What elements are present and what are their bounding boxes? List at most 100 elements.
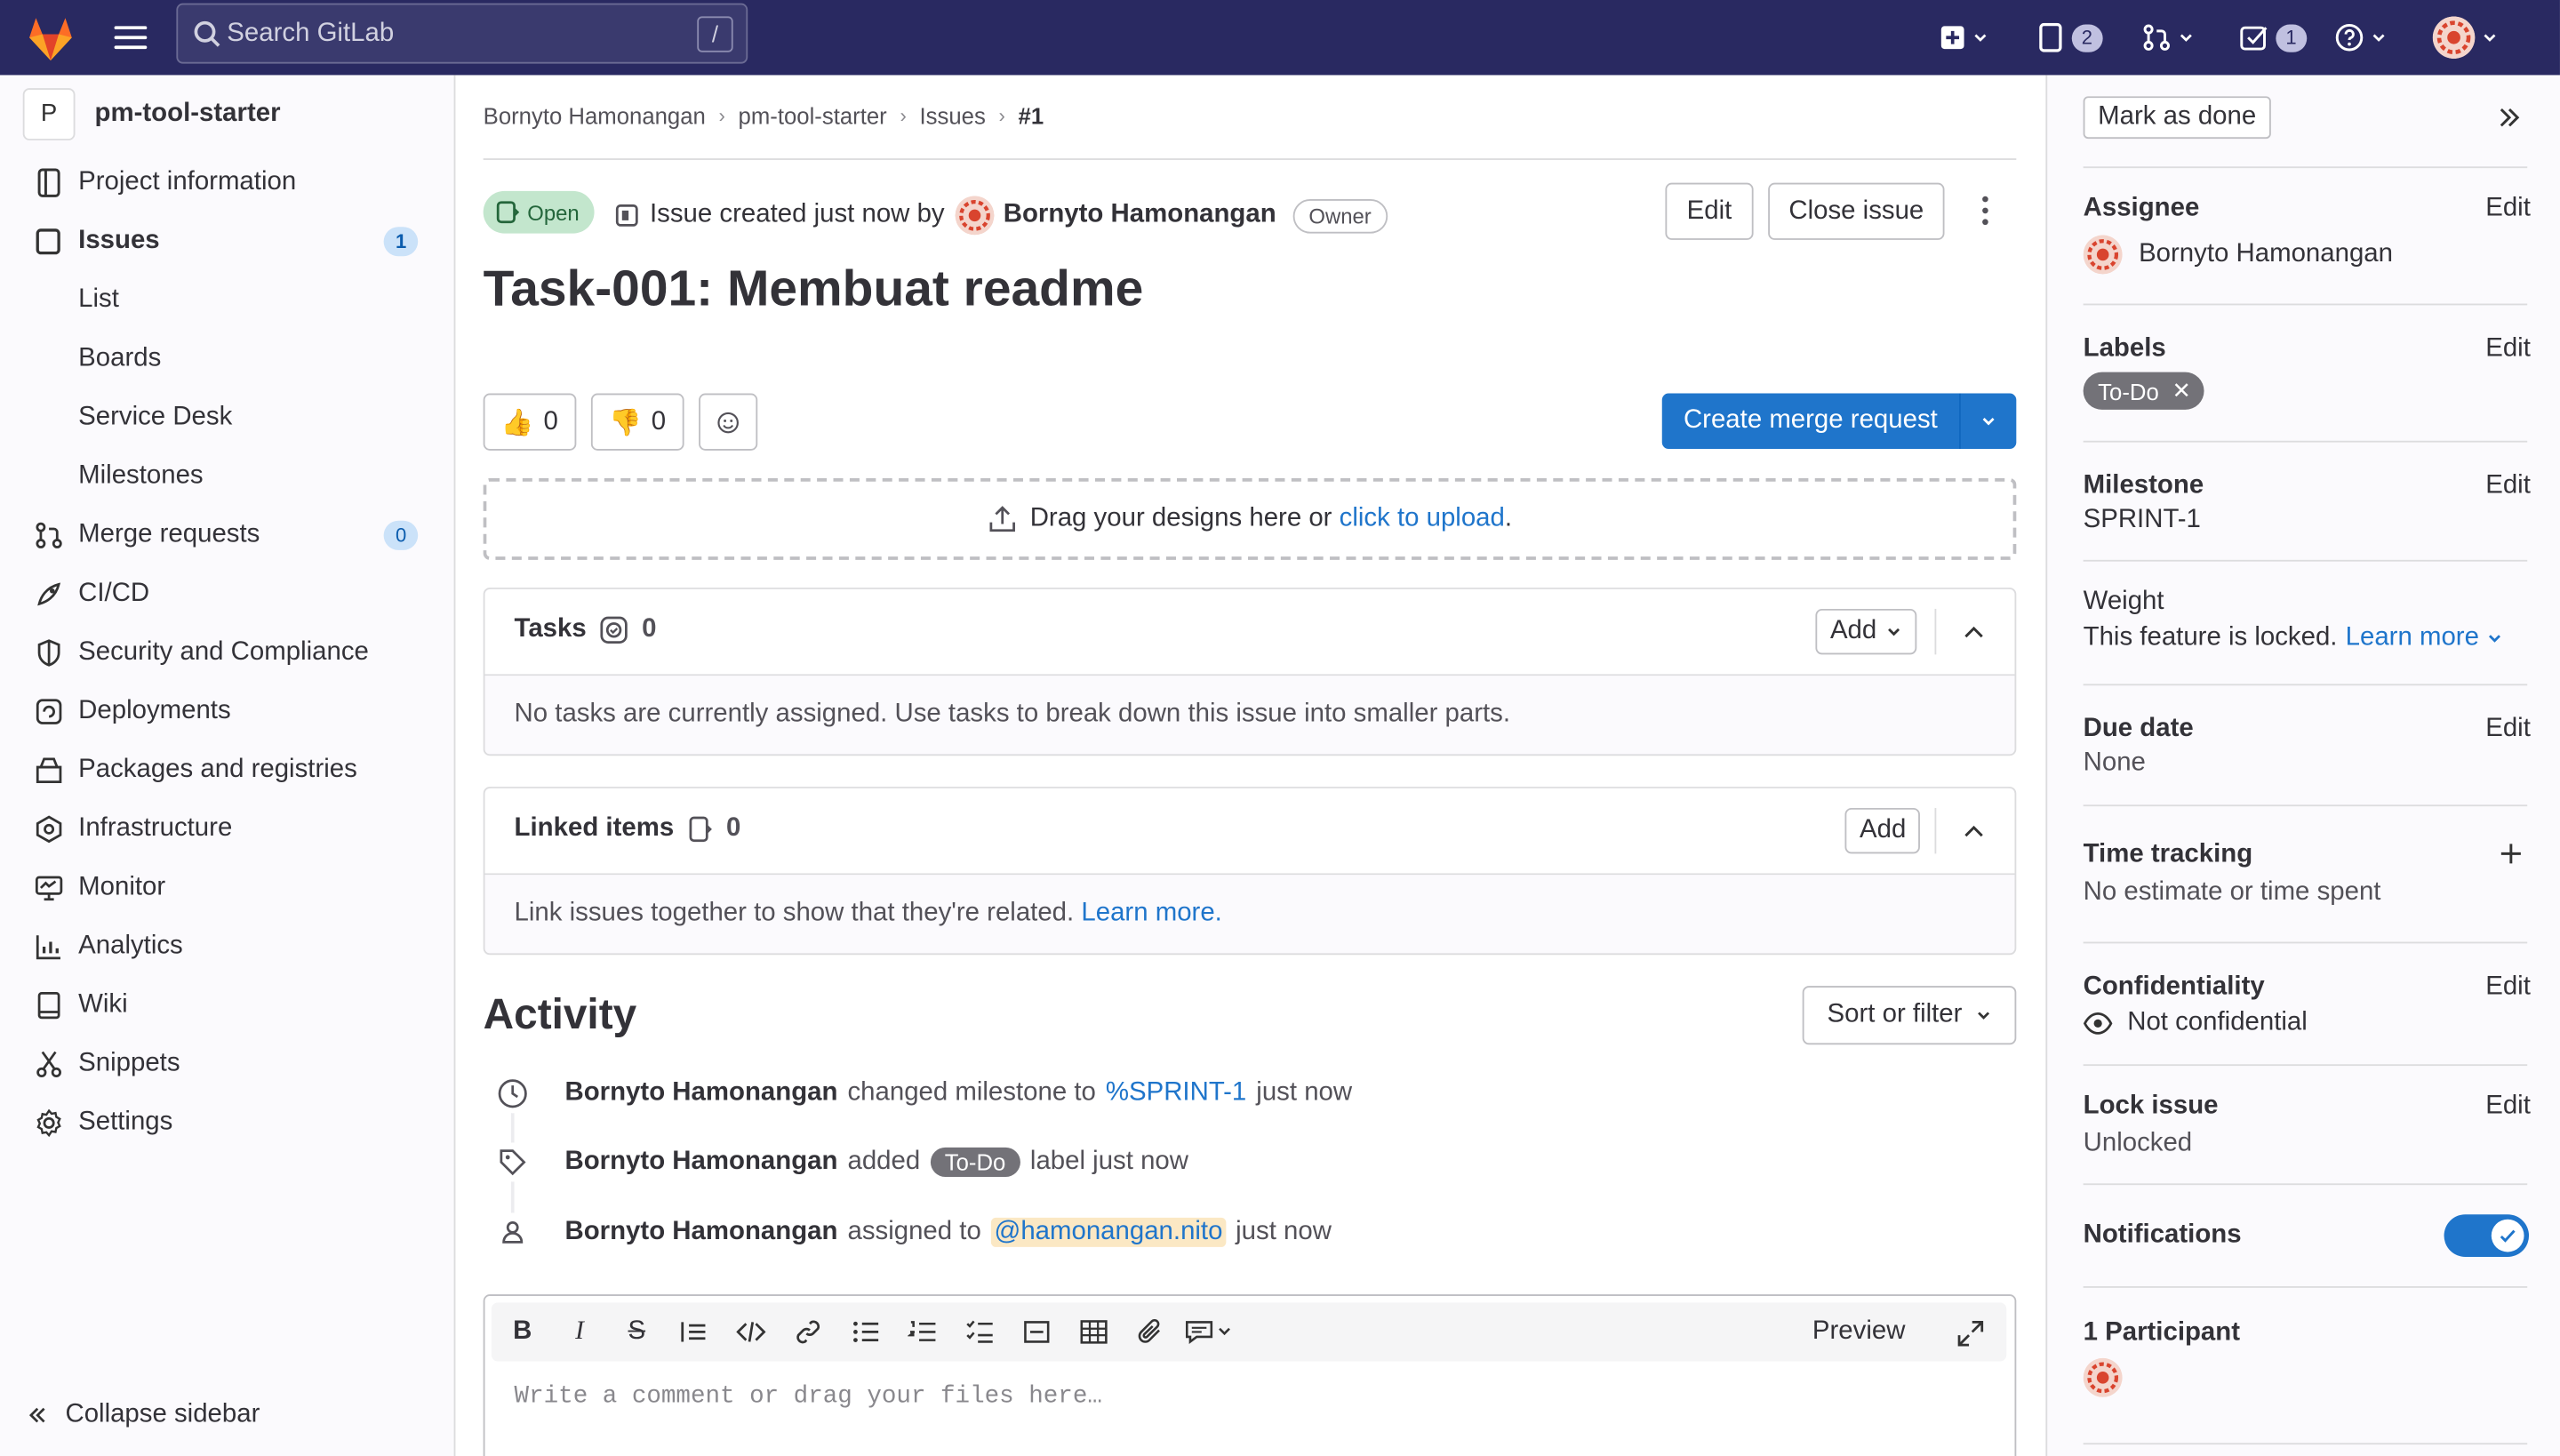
activity-user[interactable]: Bornyto Hamonangan <box>564 1079 837 1108</box>
create-merge-request-button[interactable]: Create merge request <box>1661 393 2017 449</box>
author-name[interactable]: Bornyto Hamonangan <box>1004 201 1276 230</box>
sidebar-item-analytics[interactable]: Analytics <box>0 917 454 976</box>
bullet-list-icon[interactable] <box>851 1317 880 1347</box>
strikethrough-icon[interactable]: S <box>622 1317 652 1347</box>
attachment-icon[interactable] <box>1136 1317 1165 1347</box>
edit-assignee-button[interactable]: Edit <box>2485 195 2531 224</box>
sidebar-item-milestones[interactable]: Milestones <box>0 447 454 506</box>
collapse-sidebar-button[interactable]: Collapse sidebar <box>26 1401 260 1430</box>
assignee-name[interactable]: Bornyto Hamonangan <box>2139 240 2393 269</box>
milestone-value[interactable]: SPRINT-1 <box>2084 506 2528 535</box>
comment-templates-icon[interactable] <box>1184 1317 1236 1347</box>
project-header[interactable]: P pm-tool-starter <box>22 88 281 140</box>
sidebar-item-packages[interactable]: Packages and registries <box>0 741 454 800</box>
issues-button[interactable]: 2 <box>2039 16 2103 59</box>
create-new-button[interactable] <box>1940 16 1988 59</box>
remove-label-icon[interactable]: ✕ <box>2172 377 2191 404</box>
notifications-toggle[interactable] <box>2444 1214 2530 1257</box>
edit-confidentiality-button[interactable]: Edit <box>2485 972 2531 1002</box>
thumbs-up-button[interactable]: 👍 0 <box>483 393 577 451</box>
sidebar-item-boards[interactable]: Boards <box>0 330 454 388</box>
weight-learn-more-link[interactable]: Learn more <box>2346 623 2479 652</box>
search-input[interactable]: Search GitLab / <box>176 3 748 64</box>
sidebar-item-wiki[interactable]: Wiki <box>0 976 454 1035</box>
edit-milestone-button[interactable]: Edit <box>2485 472 2531 501</box>
learn-more-link[interactable]: Learn more. <box>1081 900 1221 929</box>
user-menu-button[interactable] <box>2432 16 2498 60</box>
milestone-link[interactable]: %SPRINT-1 <box>1106 1079 1246 1108</box>
plus-icon[interactable] <box>2498 841 2524 867</box>
sidebar-item-service-desk[interactable]: Service Desk <box>0 388 454 447</box>
add-linked-item-button[interactable]: Add <box>1844 807 1921 854</box>
sidebar-item-settings[interactable]: Settings <box>0 1093 454 1152</box>
issue-open-icon <box>496 201 520 224</box>
created-text: Issue created just now by <box>650 200 945 229</box>
chevron-up-icon[interactable] <box>1963 620 1986 644</box>
edit-labels-button[interactable]: Edit <box>2485 334 2531 364</box>
activity-user[interactable]: Bornyto Hamonangan <box>564 1218 837 1247</box>
add-task-button[interactable]: Add <box>1815 608 1918 655</box>
breadcrumb-item[interactable]: pm-tool-starter <box>739 103 887 129</box>
breadcrumb-item[interactable]: Issues <box>919 103 985 129</box>
sort-filter-button[interactable]: Sort or filter <box>1802 986 2017 1045</box>
edit-lock-button[interactable]: Edit <box>2485 1092 2531 1121</box>
sidebar-item-deployments[interactable]: Deployments <box>0 683 454 741</box>
breadcrumb-current[interactable]: #1 <box>1019 103 1044 129</box>
bold-icon[interactable]: B <box>508 1317 537 1347</box>
collapsible-icon[interactable] <box>1022 1317 1052 1347</box>
sidebar-item-project-information[interactable]: Project information <box>0 154 454 212</box>
numbered-list-icon[interactable] <box>908 1317 937 1347</box>
chevron-down-icon[interactable] <box>2487 630 2503 646</box>
sidebar-item-monitor[interactable]: Monitor <box>0 859 454 917</box>
gitlab-issue-page: Search GitLab / 2 1 P pm-tool-starter Pr… <box>0 0 2560 1456</box>
help-button[interactable] <box>2334 16 2387 59</box>
preview-button[interactable]: Preview <box>1812 1317 1906 1347</box>
participant-avatar[interactable] <box>2083 1357 2123 1397</box>
comment-input[interactable]: Write a comment or drag your files here… <box>515 1382 1102 1410</box>
sidebar-item-list[interactable]: List <box>0 271 454 330</box>
create-mr-dropdown-toggle[interactable] <box>1959 393 2016 449</box>
task-list-icon[interactable] <box>964 1317 994 1347</box>
sidebar-item-snippets[interactable]: Snippets <box>0 1035 454 1093</box>
design-dropzone[interactable]: Drag your designs here or click to uploa… <box>483 478 2017 560</box>
mark-as-done-button[interactable]: Mark as done <box>2083 96 2271 140</box>
author-avatar[interactable] <box>954 196 994 236</box>
sidebar-item-ci-cd[interactable]: CI/CD <box>0 564 454 623</box>
sidebar-item-issues[interactable]: Issues 1 <box>0 212 454 271</box>
label-tag[interactable]: To-Do <box>930 1147 1020 1177</box>
edit-button[interactable]: Edit <box>1665 182 1754 240</box>
sidebar-item-infrastructure[interactable]: Infrastructure <box>0 800 454 859</box>
todos-button[interactable]: 1 <box>2240 16 2307 59</box>
check-icon <box>2500 1229 2516 1243</box>
kebab-menu-icon[interactable] <box>1975 195 1995 228</box>
chevron-up-icon[interactable] <box>1963 820 1986 843</box>
user-mention[interactable]: @hamonangan.nito <box>990 1217 1227 1247</box>
quote-icon[interactable] <box>679 1317 708 1347</box>
link-icon[interactable] <box>794 1317 823 1347</box>
close-issue-button[interactable]: Close issue <box>1768 182 1945 240</box>
menu-icon[interactable] <box>114 20 148 52</box>
italic-icon[interactable]: I <box>564 1317 594 1347</box>
smiley-icon <box>717 411 739 433</box>
sidebar-item-label: Snippets <box>78 1049 180 1077</box>
sidebar-item-label: Issues <box>78 227 160 255</box>
dropzone-text: Drag your designs here or <box>1029 504 1332 532</box>
activity-user[interactable]: Bornyto Hamonangan <box>564 1148 837 1177</box>
maximize-icon[interactable] <box>1957 1321 1984 1347</box>
sidebar-item-security[interactable]: Security and Compliance <box>0 623 454 682</box>
code-icon[interactable] <box>736 1317 766 1347</box>
gitlab-logo-icon[interactable] <box>23 10 78 65</box>
confidentiality-value: Not confidential <box>2127 1008 2308 1037</box>
double-chevron-right-icon[interactable] <box>2496 105 2522 131</box>
merge-requests-button[interactable] <box>2142 16 2195 59</box>
table-icon[interactable] <box>1079 1317 1108 1347</box>
sidebar-item-label: Security and Compliance <box>78 637 369 667</box>
breadcrumb-item[interactable]: Bornyto Hamonangan <box>484 103 706 129</box>
thumbs-down-button[interactable]: 👎 0 <box>590 393 684 451</box>
edit-due-date-button[interactable]: Edit <box>2485 715 2531 744</box>
add-reaction-button[interactable] <box>699 393 758 451</box>
upload-link[interactable]: click to upload <box>1340 504 1505 532</box>
confidentiality-section: Confidentiality Edit Not confidential <box>2084 972 2531 1037</box>
sidebar-item-merge-requests[interactable]: Merge requests 0 <box>0 506 454 564</box>
label-tag[interactable]: To-Do ✕ <box>2083 372 2204 410</box>
